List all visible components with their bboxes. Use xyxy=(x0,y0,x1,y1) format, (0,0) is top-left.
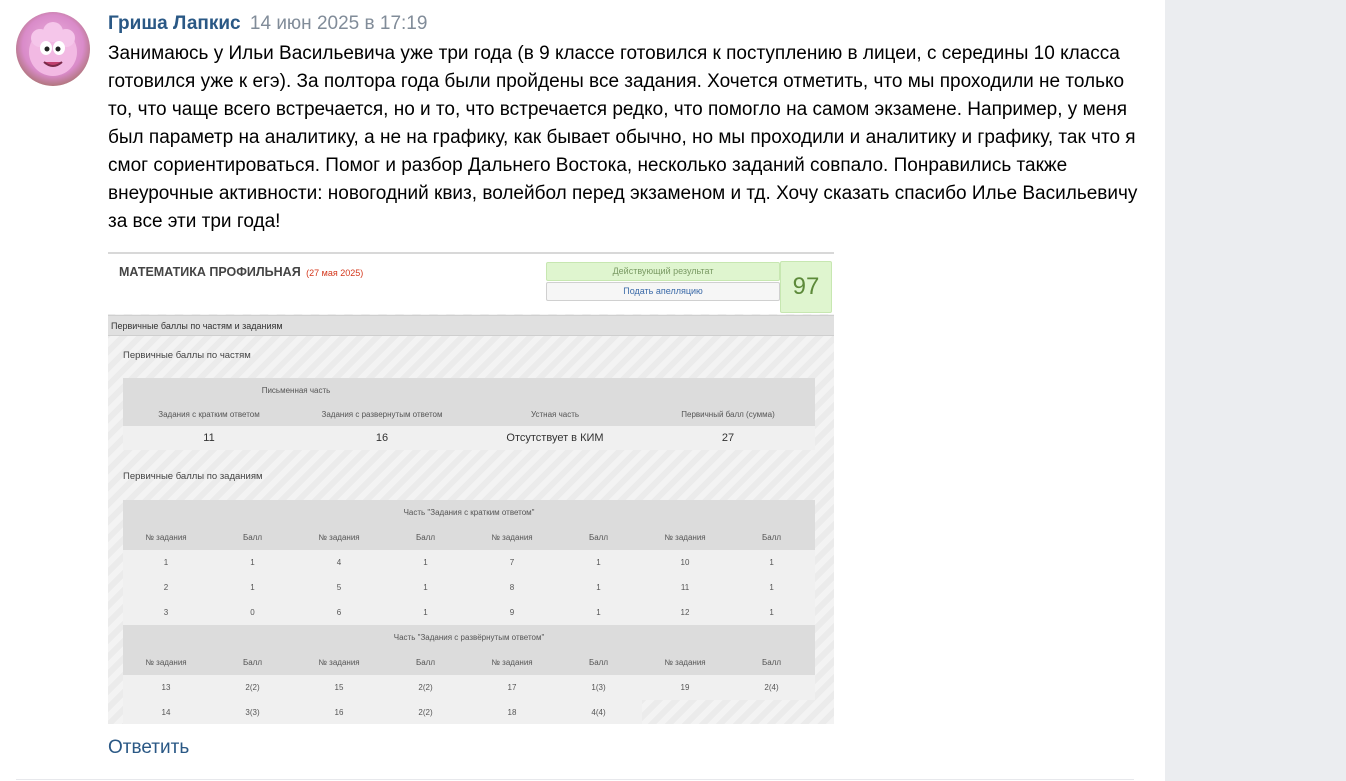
task-cell: 13 xyxy=(123,675,209,700)
table-row: 2 1 5 1 8 1 11 1 xyxy=(123,575,816,600)
col-task-header: № задания xyxy=(642,525,728,550)
table-row: 1 1 4 1 7 1 10 1 xyxy=(123,550,816,575)
task-cell: 1 xyxy=(209,550,296,575)
attached-photo[interactable]: МАТЕМАТИКА ПРОФИЛЬНАЯ (27 мая 2025) Дейс… xyxy=(108,252,834,724)
task-cell: 1 xyxy=(728,550,816,575)
col-score-header: Балл xyxy=(555,650,642,675)
table-row: 13 2(2) 15 2(2) 17 1(3) 19 2(4) xyxy=(123,675,816,700)
parts-value: Отсутствует в КИМ xyxy=(469,426,641,450)
task-cell: 9 xyxy=(469,600,555,625)
result-header: МАТЕМАТИКА ПРОФИЛЬНАЯ (27 мая 2025) Дейс… xyxy=(108,254,834,314)
task-cell: 4(4) xyxy=(555,700,642,724)
col-score-header: Балл xyxy=(209,650,296,675)
parts-label: Первичные баллы по частям xyxy=(123,350,251,361)
comment-body: Занимаюсь у Ильи Васильевича уже три год… xyxy=(108,40,1148,236)
short-part-title: Часть "Задания с кратким ответом" xyxy=(123,500,816,525)
task-cell: 7 xyxy=(469,550,555,575)
right-sidebar xyxy=(1165,0,1346,781)
current-result-badge: Действующий результат xyxy=(546,262,780,281)
task-cell: 15 xyxy=(296,675,382,700)
parts-value: 27 xyxy=(641,426,815,450)
task-cell: 19 xyxy=(642,675,728,700)
task-cell: 17 xyxy=(469,675,555,700)
task-cell: 1 xyxy=(382,550,469,575)
col-score-header: Балл xyxy=(382,650,469,675)
subject-name: МАТЕМАТИКА ПРОФИЛЬНАЯ xyxy=(119,265,301,279)
task-cell: 1 xyxy=(123,550,209,575)
task-cell: 1 xyxy=(555,600,642,625)
comment-header: Гриша Лапкис 14 июн 2025 в 17:19 xyxy=(108,12,427,36)
task-cell: 11 xyxy=(642,575,728,600)
col-score-header: Балл xyxy=(555,525,642,550)
written-part-header: Письменная часть xyxy=(123,378,469,402)
task-cell: 2(2) xyxy=(209,675,296,700)
task-cell: 1 xyxy=(728,575,816,600)
table-row: 3 0 6 1 9 1 12 1 xyxy=(123,600,816,625)
appeal-button: Подать апелляцию xyxy=(546,282,780,301)
tasks-label: Первичные баллы по заданиям xyxy=(123,471,263,482)
empty-cell xyxy=(642,700,728,724)
col-task-header: № задания xyxy=(642,650,728,675)
col-task-header: № задания xyxy=(469,650,555,675)
tasks-table: Часть "Задания с кратким ответом" № зада… xyxy=(123,500,816,724)
task-cell: 2(2) xyxy=(382,675,469,700)
parts-header: Первичный балл (сумма) xyxy=(641,402,815,426)
col-score-header: Балл xyxy=(382,525,469,550)
table-row: 14 3(3) 16 2(2) 18 4(4) xyxy=(123,700,815,724)
reply-link[interactable]: Ответить xyxy=(108,736,189,760)
section-bar: Первичные баллы по частям и заданиям xyxy=(108,315,834,336)
col-task-header: № задания xyxy=(123,650,209,675)
task-cell: 3 xyxy=(123,600,209,625)
parts-header: Задания с кратким ответом xyxy=(123,402,295,426)
task-cell: 1(3) xyxy=(555,675,642,700)
subject-title: МАТЕМАТИКА ПРОФИЛЬНАЯ (27 мая 2025) xyxy=(119,265,363,279)
task-cell: 2(4) xyxy=(728,675,816,700)
task-cell: 18 xyxy=(469,700,555,724)
comment-divider xyxy=(16,779,1134,780)
long-part-title: Часть "Задания с развёрнутым ответом" xyxy=(123,625,816,650)
task-cell: 3(3) xyxy=(209,700,296,724)
task-cell: 6 xyxy=(296,600,382,625)
score-box: 97 xyxy=(780,261,832,313)
comment-date-link[interactable]: 14 июн 2025 в 17:19 xyxy=(250,13,428,34)
col-task-header: № задания xyxy=(123,525,209,550)
parts-value: 16 xyxy=(295,426,469,450)
exam-date: (27 мая 2025) xyxy=(306,268,364,278)
parts-header: Устная часть xyxy=(469,402,641,426)
col-score-header: Балл xyxy=(209,525,296,550)
col-task-header: № задания xyxy=(469,525,555,550)
task-cell: 1 xyxy=(382,600,469,625)
author-avatar[interactable] xyxy=(16,12,90,86)
task-cell: 2(2) xyxy=(382,700,469,724)
task-cell: 5 xyxy=(296,575,382,600)
avatar-image xyxy=(29,22,77,76)
task-cell: 4 xyxy=(296,550,382,575)
task-cell: 0 xyxy=(209,600,296,625)
author-name-link[interactable]: Гриша Лапкис xyxy=(108,13,241,34)
task-cell: 14 xyxy=(123,700,209,724)
col-score-header: Балл xyxy=(728,525,816,550)
comment-text: Занимаюсь у Ильи Васильевича уже три год… xyxy=(108,43,1138,232)
task-cell: 1 xyxy=(382,575,469,600)
col-task-header: № задания xyxy=(296,525,382,550)
col-score-header: Балл xyxy=(728,650,816,675)
task-cell: 1 xyxy=(555,575,642,600)
parts-table: Письменная часть Задания с кратким ответ… xyxy=(123,378,815,450)
task-cell: 2 xyxy=(123,575,209,600)
empty-cell xyxy=(728,700,815,724)
task-cell: 1 xyxy=(728,600,816,625)
col-task-header: № задания xyxy=(296,650,382,675)
task-cell: 12 xyxy=(642,600,728,625)
task-cell: 1 xyxy=(209,575,296,600)
parts-header: Задания с развернутым ответом xyxy=(295,402,469,426)
task-cell: 1 xyxy=(555,550,642,575)
parts-value: 11 xyxy=(123,426,295,450)
task-cell: 16 xyxy=(296,700,382,724)
task-cell: 8 xyxy=(469,575,555,600)
task-cell: 10 xyxy=(642,550,728,575)
